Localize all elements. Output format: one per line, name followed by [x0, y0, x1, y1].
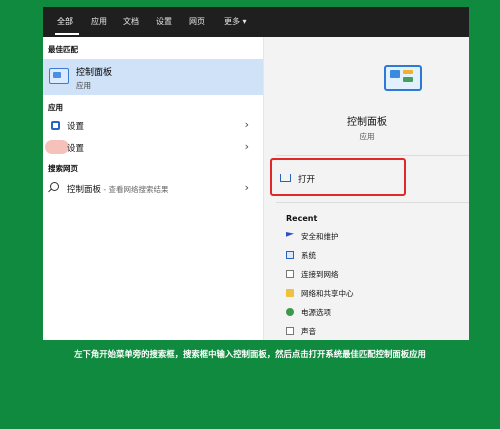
- recent-item-label: 网络和共享中心: [301, 289, 354, 298]
- recent-item[interactable]: 安全和维护: [286, 229, 466, 245]
- best-match-title: 控制面板: [76, 68, 113, 78]
- tab-more[interactable]: 更多 ▾: [224, 7, 247, 37]
- recent-item[interactable]: 网络和共享中心: [286, 286, 466, 302]
- flag-icon: [286, 232, 294, 237]
- tab-web[interactable]: 网页: [189, 7, 205, 37]
- app-result-settings[interactable]: 设置 ›: [43, 116, 263, 136]
- chevron-right-icon[interactable]: ›: [245, 140, 249, 153]
- best-match-header: 最佳匹配: [48, 45, 78, 54]
- recent-item-label: 安全和维护: [301, 232, 339, 241]
- web-search-result[interactable]: 控制面板 - 查看网络搜索结果 ›: [43, 179, 263, 199]
- recent-item[interactable]: 电源选项: [286, 305, 466, 321]
- control-panel-large-icon: [384, 65, 422, 91]
- divider: [276, 202, 469, 203]
- recent-item-label: 系统: [301, 251, 316, 260]
- tab-settings[interactable]: 设置: [156, 7, 172, 37]
- folder-icon: [286, 289, 294, 297]
- control-panel-icon: [49, 68, 69, 84]
- chevron-right-icon[interactable]: ›: [245, 118, 249, 131]
- redacted-icon: [45, 140, 69, 154]
- preview-subtitle: 应用: [359, 132, 375, 141]
- recent-item[interactable]: 系统: [286, 248, 466, 264]
- divider: [276, 155, 469, 156]
- recent-item[interactable]: 连接到网络: [286, 267, 466, 283]
- search-icon: [50, 182, 59, 191]
- caption-text: 左下角开始菜单旁的搜索框，搜索框中输入控制面板，然后点击打开系统最佳匹配控制面板…: [74, 349, 426, 359]
- gear-icon: [51, 121, 60, 130]
- recent-item-label: 声音: [301, 327, 316, 336]
- web-search-label: 控制面板 - 查看网络搜索结果: [67, 185, 169, 195]
- app-result-label: 设置: [67, 144, 85, 154]
- active-tab-indicator: [55, 33, 79, 35]
- search-tabs-bar: 全部 应用 文档 设置 网页 更多 ▾: [43, 7, 469, 37]
- results-list: 最佳匹配 控制面板 应用 应用 设置 › 设置 › 搜索网页 控制面板 - 查看…: [43, 37, 263, 340]
- best-match-subtitle: 应用: [76, 81, 91, 90]
- chevron-right-icon[interactable]: ›: [245, 181, 249, 194]
- recent-header: Recent: [286, 214, 318, 223]
- highlight-box: [270, 158, 406, 196]
- best-match-item[interactable]: 控制面板 应用: [43, 59, 263, 95]
- document-icon: [286, 327, 294, 335]
- document-icon: [286, 270, 294, 278]
- monitor-icon: [286, 251, 294, 259]
- app-result-settings-2[interactable]: 设置 ›: [43, 138, 263, 158]
- web-search-header: 搜索网页: [48, 164, 78, 173]
- search-panel: 全部 应用 文档 设置 网页 更多 ▾ 最佳匹配 控制面板 应用 应用 设置 ›…: [43, 7, 469, 340]
- preview-title: 控制面板: [347, 117, 387, 128]
- recent-item[interactable]: 声音: [286, 324, 466, 340]
- recent-item-label: 电源选项: [301, 308, 331, 317]
- apps-header: 应用: [48, 103, 63, 112]
- recent-item-label: 连接到网络: [301, 270, 339, 279]
- tab-documents[interactable]: 文档: [123, 7, 139, 37]
- app-result-label: 设置: [67, 122, 85, 132]
- power-icon: [286, 308, 294, 316]
- tab-apps[interactable]: 应用: [91, 7, 107, 37]
- preview-pane: 控制面板 应用 打开 Recent 安全和维护 系统 连接到网络 网络和共享中心…: [263, 37, 469, 340]
